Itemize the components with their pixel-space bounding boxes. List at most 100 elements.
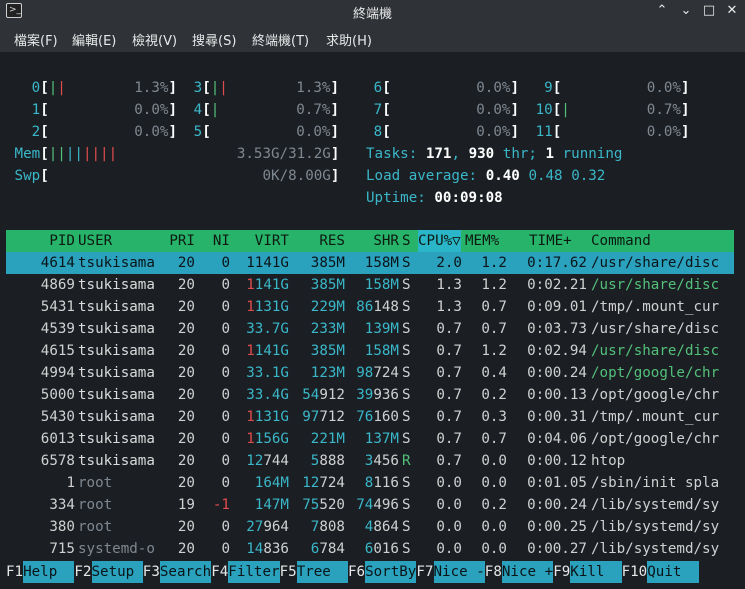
column-header-time[interactable]: TIME+ [529,230,572,252]
fkey-label-search[interactable]: Search [159,561,212,583]
cell-res: 7 [310,519,320,535]
cell-res: 75 [302,497,320,513]
fkey-label-nice-[interactable]: Nice + [501,561,554,583]
restore-icon[interactable]: □ [700,2,718,20]
meter-bracket: [ [202,102,211,118]
cell-res: 54 [302,387,320,403]
cell-ni: 0 [221,519,230,535]
menu-file[interactable]: 檔案(F) [14,30,58,49]
close-icon[interactable]: ✕ [723,2,741,20]
menu-terminal[interactable]: 終端機(T) [252,30,309,49]
cell-command: /usr/share/disc [591,255,720,271]
maximize-icon[interactable]: ⌄ [677,2,695,20]
cpu-percent: 0.0% [134,124,169,140]
column-header-res[interactable]: RES [319,230,345,252]
column-header-mem[interactable]: MEM% [465,230,499,252]
menu-edit[interactable]: 編輯(E) [72,30,116,49]
fkey-f8[interactable]: F8 [485,561,502,583]
cell-state: S [402,409,411,425]
cell-res: 784 [319,541,345,557]
column-header-command[interactable]: Command [591,230,651,252]
table-row-selected[interactable]: 4614 tsukisama 20 0 1141G 385M 158M S 2.0 1.2 0:17… [6,252,734,274]
cell-ni: 0 [221,299,230,315]
cell-pid: 5000 [40,387,75,403]
column-header-pid[interactable]: PID [49,230,75,252]
column-header-shr[interactable]: SHR [373,230,399,252]
fkey-label-tree[interactable]: Tree [296,561,348,583]
fkey-f3[interactable]: F3 [143,561,160,583]
fkey-f4[interactable]: F4 [211,561,228,583]
cpu-id-label: 8 [348,124,383,140]
cpu-meter-row: 9[0.0%] [510,77,689,99]
cpu-meter-row: 4[| 0.7%] [168,99,339,121]
fkey-label-kill[interactable]: Kill [570,561,622,583]
fkey-f9[interactable]: F9 [553,561,570,583]
column-header-pri[interactable]: PRI [169,230,195,252]
title-bar[interactable]: >_ 終端機 ⌃ ⌄ □ ✕ [0,0,745,24]
running-count: 1 [545,146,555,162]
cell-virt: 33.7G [246,321,289,337]
cell-shr: 139M [364,321,399,337]
cell-command: /sbin/init spla [591,475,720,491]
fkey-label-filter[interactable]: Filter [228,561,280,583]
cell-cpu: 0.7 [436,343,462,359]
cell-cpu: 1.3 [436,277,462,293]
cell-virt: 131G [254,299,289,315]
meter-bracket: ] [330,168,340,184]
cell-user: root [78,519,113,535]
cpu-meter-bar: | [210,102,220,118]
tasks-sep: , [451,146,461,162]
tasks-count: 171 [425,146,452,162]
meter-bracket: ] [330,146,340,162]
cell-mem: 0.0 [481,541,507,557]
cell-pid: 6578 [40,453,75,469]
cell-virt: 14 [246,541,264,557]
cell-ni: 0 [221,431,230,447]
cell-virt: 1 [246,299,255,315]
fkey-f10[interactable]: F10 [622,561,648,583]
column-header-cpu-sorted[interactable]: CPU%▽ [418,230,461,252]
cpu-meter-row: 7[0.0%] [348,99,519,121]
fkey-f5[interactable]: F5 [280,561,297,583]
cell-pri: 20 [177,299,195,315]
mem-meter-bar: | [48,146,58,162]
fkey-label-nice-[interactable]: Nice - [433,561,485,583]
terminal-window: >_ 終端機 ⌃ ⌄ □ ✕ 檔案(F) 編輯(E) 檢視(V) 搜尋(S) 終… [0,0,745,589]
cpu-meter-row: 8[0.0%] [348,121,519,143]
load-15min: 0.32 [571,168,606,184]
menu-view[interactable]: 檢視(V) [132,30,177,49]
fkey-f1[interactable]: F1 [6,561,23,583]
cell-state: S [402,277,411,293]
fkey-f7[interactable]: F7 [416,561,433,583]
cell-state: S [402,519,411,535]
menu-search[interactable]: 搜尋(S) [192,30,236,49]
column-header-user[interactable]: USER [78,230,112,252]
fkey-label-setup[interactable]: Setup [91,561,143,583]
htop-screen[interactable]: 0[| | 1.3%] 1[0.0%] 2[0.0%] 3[| | 1.3%] 4[| 0… [6,62,734,582]
cell-shr: 6 [364,541,374,557]
function-key-bar: F1 Help F2 Setup F3 Search F4 Filter F5 Tree F6 Sor… [6,561,740,583]
column-header-virt[interactable]: VIRT [255,230,289,252]
fkey-label-quit[interactable]: Quit [647,561,699,583]
cell-shr: 39 [356,387,374,403]
cell-cpu: 0.0 [436,519,462,535]
cell-shr: 8 [364,475,374,491]
meter-bracket: [ [40,102,49,118]
cpu-percent: 1.3% [134,80,169,96]
minimize-icon[interactable]: ⌃ [653,2,671,20]
fkey-label-help[interactable]: Help [23,561,75,583]
column-header-state[interactable]: S [402,230,411,252]
cell-shr: 160 [373,409,399,425]
tasks-row: Tasks: 171, 930 thr; 1 running [366,143,726,165]
load-row: Load average: 0.40 0.48 0.32 [366,165,726,187]
column-header-ni[interactable]: NI [213,230,230,252]
cell-user: tsukisama [78,321,155,337]
cell-state: S [402,365,411,381]
menu-help[interactable]: 求助(H) [326,30,372,49]
fkey-f2[interactable]: F2 [74,561,91,583]
cell-shr: 016 [373,541,399,557]
fkey-label-sortby[interactable]: SortBy [365,561,417,583]
cell-pri: 20 [177,475,195,491]
fkey-f6[interactable]: F6 [348,561,365,583]
cpu-percent: 0.0% [646,80,681,96]
